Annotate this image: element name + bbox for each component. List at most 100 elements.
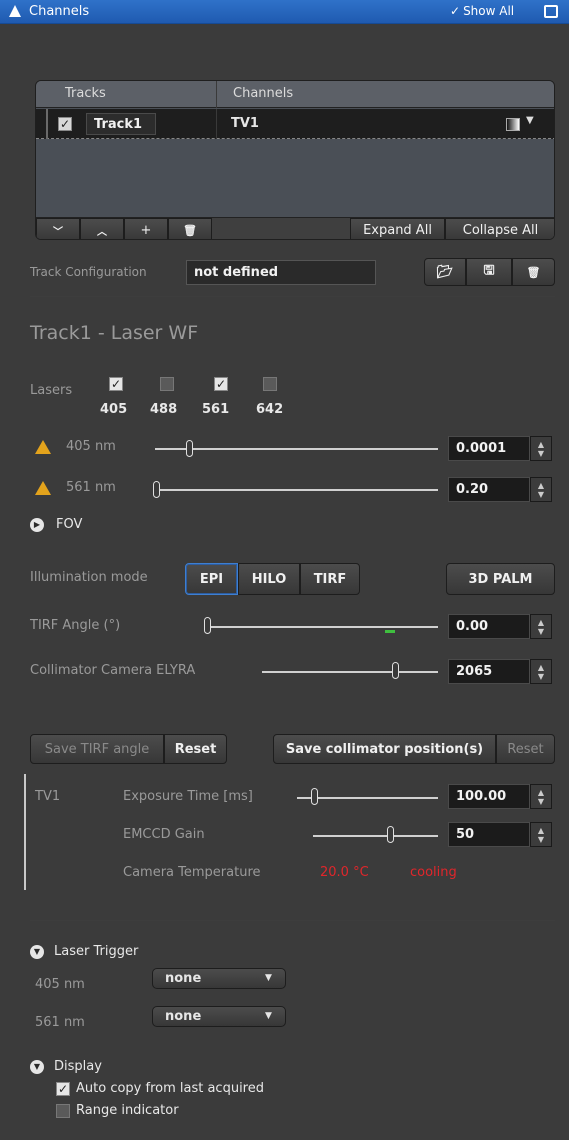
laser-trigger-expander[interactable]: ▼ Laser Trigger	[30, 944, 138, 959]
laser-405-slider[interactable]	[155, 448, 438, 450]
range-indicator-checkbox[interactable]	[56, 1103, 70, 1118]
collapse-all-label: Collapse All	[462, 222, 539, 238]
camera-temperature-value: 20.0 °C	[320, 865, 369, 880]
exposure-time-input[interactable]: 100.00	[448, 784, 530, 809]
laser-trigger-label: Laser Trigger	[54, 944, 139, 959]
illumination-mode-label: Illumination mode	[30, 570, 148, 585]
laser-405-stepper[interactable]: ▲ ▼	[530, 436, 552, 461]
move-down-button[interactable]: ﹀	[36, 218, 80, 239]
laser-561-slider-handle[interactable]	[153, 481, 160, 498]
delete-track-button[interactable]: 🗑︎	[168, 218, 212, 239]
open-configuration-button[interactable]: 📂︎	[424, 258, 466, 286]
divider	[30, 296, 555, 297]
auto-copy-option[interactable]: ✓ Auto copy from last acquired	[56, 1081, 264, 1096]
trigger-405-dropdown[interactable]: none ▼	[152, 968, 286, 989]
tracks-table-header: Tracks Channels	[36, 81, 554, 108]
stepper-up-icon: ▲	[537, 617, 545, 627]
chevron-up-icon: ︿	[97, 226, 107, 238]
laser-642-checkbox[interactable]	[263, 377, 277, 391]
chevron-down-icon: ▼	[265, 1011, 272, 1021]
fov-expander[interactable]: ▶ FOV	[30, 517, 82, 532]
show-all-label: Show All	[463, 4, 515, 18]
tirf-angle-slider-handle[interactable]	[204, 617, 211, 634]
trash-icon: 🗑︎	[526, 265, 541, 279]
channel-dropdown-icon[interactable]: ▼	[526, 115, 534, 126]
save-collimator-button[interactable]: Save collimator position(s)	[273, 734, 496, 764]
show-all-toggle[interactable]: ✓ Show All	[450, 4, 514, 18]
expand-all-label: Expand All	[363, 222, 432, 238]
save-tirf-angle-button[interactable]: Save TIRF angle	[30, 734, 164, 764]
laser-561-power-value: 0.20	[456, 482, 489, 497]
stepper-down-icon: ▼	[537, 626, 545, 636]
track-configuration-field[interactable]: not defined	[186, 260, 376, 285]
stepper-down-icon: ▼	[537, 448, 545, 458]
tirf-indicator-marker	[385, 630, 395, 633]
laser-405-power-value: 0.0001	[456, 441, 507, 456]
track-enabled-checkbox[interactable]: ✓	[58, 117, 72, 131]
laser-488-checkbox[interactable]	[160, 377, 174, 391]
exposure-time-value: 100.00	[456, 789, 507, 804]
stepper-up-icon: ▲	[537, 825, 545, 835]
trigger-561-label: 561 nm	[35, 1015, 85, 1030]
camera-channel-label: TV1	[35, 789, 61, 804]
delete-configuration-button[interactable]: 🗑︎	[512, 258, 555, 286]
divider	[30, 920, 555, 921]
3d-palm-button[interactable]: 3D PALM	[446, 563, 555, 595]
save-icon: 🖫	[483, 263, 495, 278]
laser-561-power-input[interactable]: 0.20	[448, 477, 530, 502]
tirf-angle-slider[interactable]	[206, 626, 438, 628]
trigger-561-dropdown[interactable]: none ▼	[152, 1006, 286, 1027]
track-section-title: Track1 - Laser WF	[30, 322, 199, 344]
laser-488-label: 488	[150, 402, 178, 417]
hilo-label: HILO	[251, 571, 287, 587]
track-name-field[interactable]: Track1	[86, 113, 156, 135]
auto-copy-checkbox[interactable]: ✓	[56, 1081, 70, 1096]
expand-all-button[interactable]: Expand All	[350, 218, 445, 239]
expand-right-icon: ▶	[30, 517, 44, 532]
display-expander[interactable]: ▼ Display	[30, 1059, 102, 1074]
laser-561-slider[interactable]	[155, 489, 438, 491]
illumination-tirf-button[interactable]: TIRF	[300, 563, 360, 595]
reset-collimator-button[interactable]: Reset	[496, 734, 555, 764]
collimator-input[interactable]: 2065	[448, 659, 530, 684]
emccd-gain-slider[interactable]	[313, 835, 438, 837]
emccd-gain-input[interactable]: 50	[448, 822, 530, 847]
laser-642-label: 642	[256, 402, 284, 417]
auto-copy-label: Auto copy from last acquired	[76, 1081, 264, 1096]
exposure-time-stepper[interactable]: ▲ ▼	[530, 784, 552, 809]
tirf-angle-value: 0.00	[456, 619, 489, 634]
tirf-angle-input[interactable]: 0.00	[448, 614, 530, 639]
collapse-all-button[interactable]: Collapse All	[445, 218, 554, 239]
panel-titlebar: Channels ✓ Show All	[0, 0, 569, 24]
save-configuration-button[interactable]: 🖫	[466, 258, 512, 286]
laser-405-slider-handle[interactable]	[186, 440, 193, 457]
tracks-column-header: Tracks	[65, 86, 106, 101]
stepper-down-icon: ▼	[537, 671, 545, 681]
track-configuration-label: Track Configuration	[30, 265, 147, 279]
display-label: Display	[54, 1059, 102, 1074]
collimator-stepper[interactable]: ▲ ▼	[530, 659, 552, 684]
collimator-slider[interactable]	[262, 671, 438, 673]
collimator-slider-handle[interactable]	[392, 662, 399, 679]
detach-window-icon[interactable]	[544, 5, 558, 18]
laser-405-power-input[interactable]: 0.0001	[448, 436, 530, 461]
illumination-hilo-button[interactable]: HILO	[238, 563, 300, 595]
exposure-time-slider-handle[interactable]	[311, 788, 318, 805]
table-row[interactable]: ✓ Track1 TV1 ▼	[36, 109, 554, 139]
emccd-gain-stepper[interactable]: ▲ ▼	[530, 822, 552, 847]
laser-561-checkbox[interactable]: ✓	[214, 377, 228, 391]
channel-color-icon	[506, 118, 520, 131]
fov-label: FOV	[56, 517, 83, 532]
reset-tirf-button[interactable]: Reset	[164, 734, 227, 764]
exposure-time-slider[interactable]	[297, 797, 438, 799]
laser-561-stepper[interactable]: ▲ ▼	[530, 477, 552, 502]
tirf-angle-stepper[interactable]: ▲ ▼	[530, 614, 552, 639]
move-up-button[interactable]: ︿	[80, 218, 124, 239]
emccd-gain-slider-handle[interactable]	[387, 826, 394, 843]
add-track-button[interactable]: +	[124, 218, 168, 239]
tracks-toolbar: ﹀ ︿ + 🗑︎ Expand All Collapse All	[36, 217, 554, 239]
laser-405-checkbox[interactable]: ✓	[109, 377, 123, 391]
range-indicator-option[interactable]: Range indicator	[56, 1103, 179, 1118]
stepper-up-icon: ▲	[537, 662, 545, 672]
illumination-epi-button[interactable]: EPI	[185, 563, 238, 595]
